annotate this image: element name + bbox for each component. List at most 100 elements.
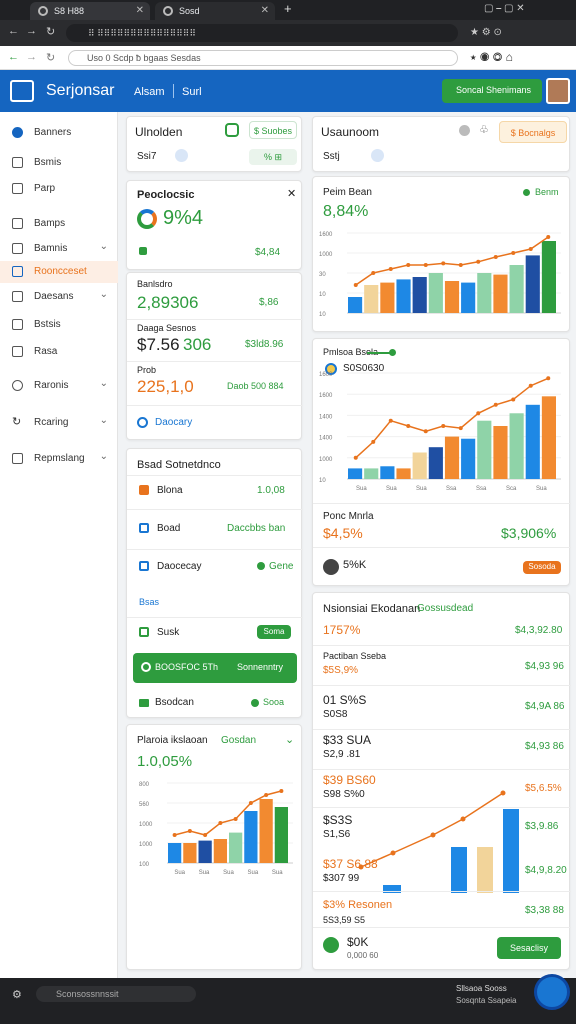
toolbar-icons[interactable]: ⭑ ◉ ◎ ⌂ xyxy=(470,50,513,65)
info-icon[interactable] xyxy=(371,149,384,162)
divider xyxy=(313,503,571,504)
divider xyxy=(313,927,571,928)
browser-tab-1[interactable]: S8 H88 ✕ xyxy=(30,2,150,20)
summary-button[interactable]: $ Suobes xyxy=(249,121,297,139)
home-icon xyxy=(12,157,23,168)
sidebar-item-rooncceset[interactable]: Rooncceset xyxy=(0,261,118,283)
list-highlight-row[interactable]: BOOSFOC 5Th Sonnenntry xyxy=(133,653,297,683)
stats-row-left: $3% Resonen xyxy=(323,899,393,911)
sidebar-item-repmslang[interactable]: Repmslang ⌄ xyxy=(0,448,118,470)
checkbox-icon[interactable] xyxy=(139,627,149,637)
footer-button[interactable]: Sosoda xyxy=(523,561,561,574)
sidebar-item-label: Bamnis xyxy=(34,243,68,254)
user-avatar[interactable] xyxy=(546,78,570,104)
close-tab-icon[interactable]: ✕ xyxy=(136,5,144,16)
sidebar-item-raronis[interactable]: Raronis ⌄ xyxy=(0,375,118,397)
slider-track[interactable] xyxy=(367,352,391,354)
stats-bottom-sub: 0,000 60 xyxy=(347,951,379,960)
window-controls-icon[interactable]: ▢ ⎯ ▢ ✕ xyxy=(484,3,525,14)
checkbox-icon[interactable] xyxy=(139,561,149,571)
chart-bar xyxy=(412,277,427,313)
checkbox-icon[interactable] xyxy=(139,523,149,533)
kpi-value-secondary: 306 xyxy=(183,335,212,354)
sidebar-item-bstsis[interactable]: Bstsis xyxy=(0,314,118,336)
sidebar-item-rasa[interactable]: Rasa xyxy=(0,341,118,363)
list-item[interactable]: Boad xyxy=(157,523,180,534)
chat-fab[interactable] xyxy=(534,974,570,1010)
sidebar-item-parp[interactable]: Parp xyxy=(0,178,118,200)
refresh-icon: ↻ xyxy=(12,416,22,428)
search-input[interactable]: Sconsossnnssit xyxy=(36,986,196,1002)
list-item[interactable]: Blona xyxy=(157,485,183,496)
back-arrow-icon[interactable]: ← xyxy=(8,51,19,63)
sidebar-item-rcaring[interactable]: ↻ Rcaring ⌄ xyxy=(0,412,118,434)
kpi-value: 225,1,0 xyxy=(137,377,194,396)
back-arrow-icon[interactable]: ← xyxy=(8,25,19,37)
x-tick-label: Ssa xyxy=(446,486,457,492)
sidebar-item-daesans[interactable]: Daesans ⌄ xyxy=(0,286,118,308)
x-tick-label: Sua xyxy=(536,486,547,492)
sidebar-item-bamnis[interactable]: Bamnis ⌄ xyxy=(0,238,118,260)
user-icon xyxy=(12,127,23,138)
tab-favicon-icon xyxy=(38,6,48,16)
info-icon[interactable] xyxy=(175,149,188,162)
chart-bar xyxy=(503,809,519,893)
stats-action-button[interactable]: Sesaclisy xyxy=(497,937,561,959)
reload-icon[interactable]: ↻ xyxy=(46,25,55,38)
forward-arrow-icon[interactable]: → xyxy=(26,51,37,63)
forward-arrow-icon[interactable]: → xyxy=(26,25,37,37)
list-item[interactable]: Bsodcan xyxy=(155,697,194,708)
stats-row-right: $4,93 96 xyxy=(525,661,564,672)
sidebar-item-bsmis[interactable]: Bsmis xyxy=(0,152,118,174)
y-tick-label: 10 xyxy=(319,292,326,298)
trend-point xyxy=(511,397,516,402)
list-badge[interactable]: Soma xyxy=(257,625,291,639)
trend-point xyxy=(460,816,466,822)
chart-bar xyxy=(451,847,467,893)
chart-card-2: Pmlsoa Bsola S0S0630 1600 1600 1400 1400 100… xyxy=(312,338,571,586)
url-field[interactable]: ⠿ ⠿⠿⠿⠿⠿⠿⠿⠿⠿⠿⠿⠿⠿⠿⠿ xyxy=(66,24,458,42)
y-tick-label: 1400 xyxy=(319,436,333,442)
link-icon xyxy=(137,417,148,428)
divider xyxy=(313,769,571,770)
list-item[interactable]: Susk xyxy=(157,627,179,638)
sidebar-item-banners[interactable]: Banners xyxy=(0,122,118,144)
browser-tab-bar: S8 H88 ✕ Sosd ✕ + ▢ ⎯ ▢ ✕ xyxy=(0,0,576,20)
slider-handle[interactable] xyxy=(389,349,396,356)
list-item[interactable]: Daocecay xyxy=(157,561,201,572)
chevron-down-icon[interactable]: ⌄ xyxy=(285,733,294,746)
list-card: Bsad Sotnetdnco Blona 1.0,08 Boad Daccbb… xyxy=(126,448,303,718)
chart-title: Plaroia ikslaoan xyxy=(137,735,208,746)
stats-row-right: $4,93 86 xyxy=(525,741,564,752)
page-url-field[interactable]: Uso 0 Scdp ƀ bgaas Sesdas xyxy=(68,50,458,66)
list-item-value: Gene xyxy=(269,561,294,572)
close-icon[interactable]: ✕ xyxy=(287,187,296,200)
list-item-value: Sonnenntry xyxy=(237,662,284,672)
list-item-value: Daccbbs ban xyxy=(227,523,286,534)
x-tick-label: Sua xyxy=(356,486,367,492)
trend-point xyxy=(358,864,364,870)
header-action-button[interactable]: Soncal Shenimans xyxy=(442,79,542,103)
summary-right-button[interactable]: $ Bocnalgs xyxy=(499,121,567,143)
bell-icon[interactable]: ♧ xyxy=(479,123,489,136)
chart-bar xyxy=(428,447,443,479)
toggle-icon[interactable] xyxy=(459,125,470,136)
sidebar-item-bamps[interactable]: Bamps xyxy=(0,213,118,235)
check-icon[interactable] xyxy=(225,123,239,137)
nav-item-2[interactable]: Surl xyxy=(182,86,202,98)
header-action-label: Soncal Shenimans xyxy=(456,85,532,95)
kpi-link[interactable]: Daocary xyxy=(155,417,192,428)
browser-tab-2[interactable]: Sosd ✕ xyxy=(155,2,275,20)
new-tab-icon[interactable]: + xyxy=(284,1,292,16)
settings-icon[interactable]: ⚙ xyxy=(12,988,22,1001)
brand-name: Serjonsar xyxy=(46,82,115,99)
nav-item-1[interactable]: Alsam xyxy=(134,86,165,98)
extension-icons[interactable]: ★ ⚙ ⊙ xyxy=(470,27,502,38)
divider xyxy=(127,475,303,476)
reload-icon[interactable]: ↻ xyxy=(46,51,55,64)
divider xyxy=(127,361,303,362)
close-tab-icon[interactable]: ✕ xyxy=(261,5,269,16)
list-item-link[interactable]: Bsas xyxy=(139,597,159,607)
summary-chip[interactable]: % ⊞ xyxy=(249,149,297,165)
x-tick-label: Sua xyxy=(416,486,427,492)
